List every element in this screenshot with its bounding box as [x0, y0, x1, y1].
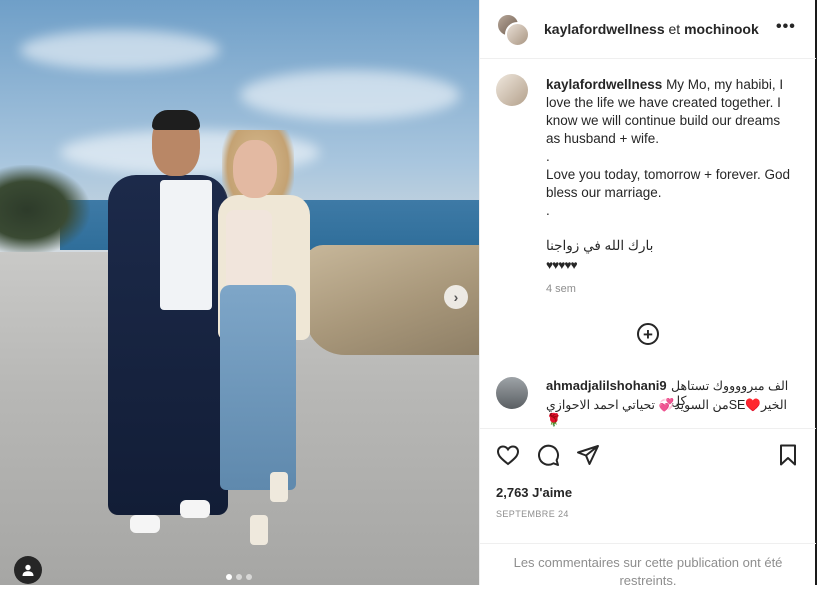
post-modal: › kaylafordwellness et mochinook ••• kay…: [0, 0, 817, 588]
post-actions: 2,763 J'aime SEPTEMBRE 24: [480, 428, 816, 544]
post-date: SEPTEMBRE 24: [496, 509, 569, 519]
man-shoe: [180, 500, 210, 518]
caption-timestamp[interactable]: 4 sem: [546, 283, 576, 295]
caption: kaylafordwellness My Mo, my habibi, I lo…: [480, 59, 816, 369]
chevron-right-icon: ›: [453, 289, 459, 305]
carousel-dot: [226, 574, 232, 580]
caption-text: kaylafordwellness My Mo, my habibi, I lo…: [546, 76, 796, 220]
user-tag-icon: [22, 564, 34, 576]
man-shirt: [160, 180, 212, 310]
heart-icon[interactable]: [496, 443, 520, 467]
comment-item: ahmadjalilshohani9 الف مبرووووك تستاهل ك…: [480, 369, 816, 427]
collab-avatars[interactable]: [496, 13, 530, 47]
author-joiner: et: [664, 21, 685, 37]
author-link-secondary[interactable]: mochinook: [684, 21, 759, 37]
comment-icon[interactable]: [536, 443, 560, 467]
caption-arabic: بارك الله في زواجنا: [546, 238, 654, 253]
more-options-icon[interactable]: •••: [776, 18, 796, 36]
caption-hearts: ♥♥♥♥♥: [546, 258, 578, 272]
post-header: kaylafordwellness et mochinook •••: [480, 0, 816, 59]
post-authors: kaylafordwellness et mochinook: [544, 21, 759, 37]
bookmark-icon[interactable]: [776, 443, 800, 467]
avatar[interactable]: [496, 377, 528, 409]
post-sidebar: kaylafordwellness et mochinook ••• kayla…: [479, 0, 816, 588]
comments-restricted-notice: Les commentaires sur cette publication o…: [480, 543, 816, 588]
cloud: [240, 70, 460, 120]
carousel-indicator: [226, 574, 252, 580]
avatar: [505, 22, 530, 47]
trees: [0, 165, 90, 255]
woman-head: [233, 140, 277, 198]
comment-username[interactable]: ahmadjalilshohani9: [546, 378, 667, 393]
woman-shoe: [250, 515, 268, 545]
next-photo-button[interactable]: ›: [444, 285, 468, 309]
cloud: [20, 30, 220, 70]
author-link-primary[interactable]: kaylafordwellness: [544, 21, 665, 37]
woman-shoe: [270, 472, 288, 502]
likes-count[interactable]: 2,763 J'aime: [496, 485, 572, 500]
tagged-users-button[interactable]: [14, 556, 42, 584]
load-more-comments-button[interactable]: +: [637, 323, 659, 345]
carousel-dot: [236, 574, 242, 580]
comment-text: الخير♥️SEمن السويد💞 تحياتي احمد الاحوازي…: [546, 398, 787, 427]
avatar[interactable]: [496, 74, 528, 106]
carousel-dot: [246, 574, 252, 580]
woman-top: [226, 210, 272, 290]
share-icon[interactable]: [576, 443, 600, 467]
post-photo[interactable]: ›: [0, 0, 479, 585]
man-shoe: [130, 515, 160, 533]
caption-username[interactable]: kaylafordwellness: [546, 77, 662, 92]
man-hair: [152, 110, 200, 130]
plus-icon: +: [643, 324, 653, 344]
woman-jeans: [220, 285, 296, 490]
caption-body: My Mo, my habibi, I love the life we hav…: [546, 77, 791, 218]
